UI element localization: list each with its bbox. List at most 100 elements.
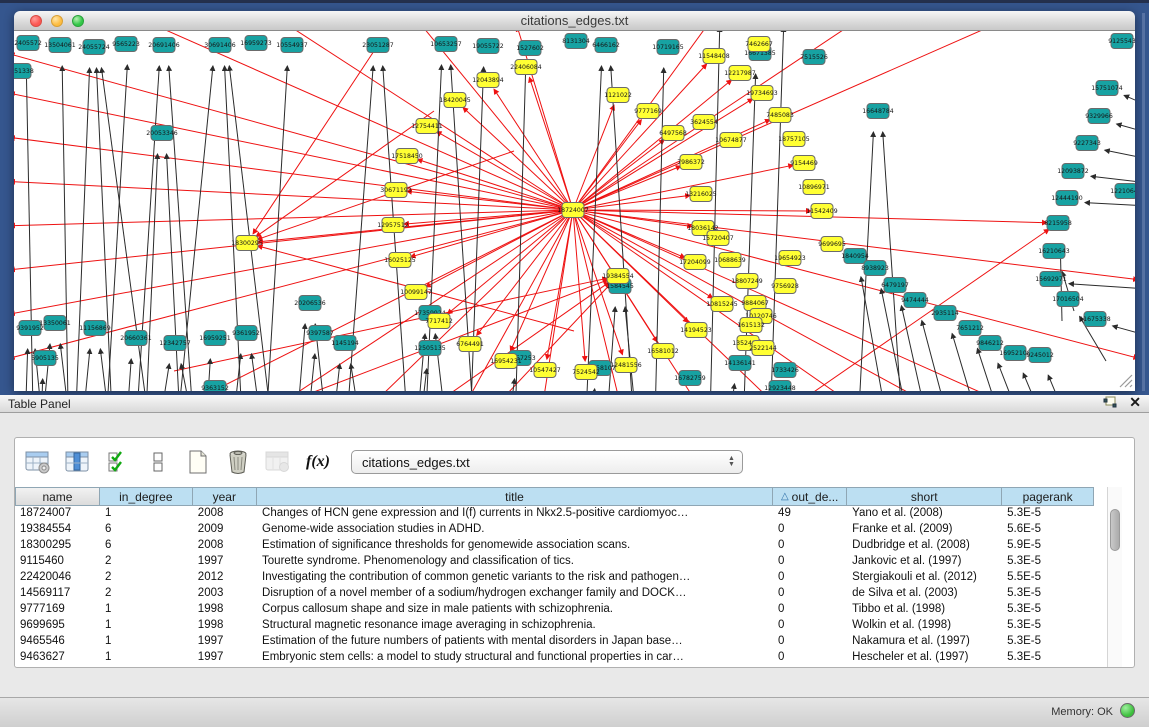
graph-node[interactable]: 14194523 [680,323,712,338]
graph-node[interactable]: 17518450 [391,149,423,164]
table-cell[interactable]: 18300295 [15,538,100,554]
citation-edge-black[interactable] [304,354,315,391]
table-cell[interactable]: de Silva et al. (2003) [847,586,1002,602]
citation-edge-red[interactable] [14,210,573,314]
column-header-pagerank[interactable]: pagerank [1002,487,1094,506]
table-cell[interactable]: 1 [100,618,193,634]
table-cell[interactable]: 9465546 [15,634,100,650]
table-cell[interactable]: 0 [773,602,847,618]
table-cell[interactable]: Disruption of a novel member of a sodium… [257,586,773,602]
table-selector[interactable]: citations_edges.txt ▲▼ [351,450,743,474]
graph-node[interactable]: 7462667 [745,37,773,52]
table-cell[interactable]: 0 [773,538,847,554]
graph-node[interactable]: 12505135 [414,341,446,356]
table-row[interactable]: 2242004622012Investigating the contribut… [15,570,1094,586]
citation-edge-black[interactable] [294,324,305,391]
table-cell[interactable]: Genome-wide association studies in ADHD. [257,522,773,538]
citation-edge-black[interactable] [1091,176,1135,183]
graph-node[interactable]: 30671193 [380,183,412,198]
table-cell[interactable]: Estimation of significance thresholds fo… [257,538,773,554]
graph-node[interactable]: 16954231 [490,354,522,369]
table-row[interactable]: 1456911722003Disruption of a novel membe… [15,586,1094,602]
graph-node[interactable]: 7717412 [425,314,453,329]
table-cell[interactable]: 1997 [193,650,257,666]
column-header-out_de[interactable]: △out_de... [773,487,847,506]
citation-edge-black[interactable] [79,349,90,391]
graph-node[interactable]: 11675338 [1079,312,1111,327]
function-builder-icon[interactable]: f(x) [303,447,333,477]
graph-node[interactable]: 9329966 [1085,109,1113,124]
graph-node[interactable]: 12923448 [764,381,796,392]
citation-edge-black[interactable] [351,364,366,391]
citation-edge-red[interactable] [447,210,573,314]
graph-node[interactable]: 17016504 [1052,292,1084,307]
graph-node[interactable]: 13216025 [685,187,717,202]
citation-edge-red[interactable] [417,159,573,210]
graph-node[interactable]: 19055722 [472,39,504,54]
table-cell[interactable]: Nakamura et al. (1997) [847,634,1002,650]
table-cell[interactable]: 2009 [193,522,257,538]
table-options-icon[interactable] [23,447,53,477]
graph-node[interactable]: 9565223 [112,37,140,52]
graph-node[interactable]: 9227343 [1073,136,1101,151]
citation-edge-black[interactable] [24,349,28,391]
column-header-short[interactable]: short [847,487,1002,506]
graph-node[interactable]: 20660361 [120,331,152,346]
citation-edge-black[interactable] [1117,124,1135,133]
table-cell[interactable]: Corpus callosum shape and size in male p… [257,602,773,618]
graph-node[interactable]: 23051287 [362,38,394,53]
graph-node[interactable]: 7485083 [766,108,794,123]
citation-edge-black[interactable] [154,364,169,391]
graph-node[interactable]: 12093872 [1057,164,1089,179]
citation-edge-black[interactable] [1113,326,1135,336]
citation-edge-black[interactable] [861,277,894,391]
scrollbar-thumb[interactable] [1110,509,1120,551]
table-cell[interactable]: 0 [773,650,847,666]
graph-node[interactable]: 15720407 [702,231,734,246]
table-cell[interactable]: 1998 [193,618,257,634]
graph-node[interactable]: 19654923 [774,251,806,266]
graph-node[interactable]: 8938923 [861,261,889,276]
graph-node[interactable]: 10674877 [715,133,747,148]
graph-node[interactable]: 12481556 [610,358,642,373]
table-cell[interactable]: Tibbo et al. (1998) [847,602,1002,618]
graph-node[interactable]: 17204099 [679,255,711,270]
graph-node[interactable]: 9846212 [976,336,1004,351]
graph-node[interactable]: 7986372 [677,155,705,170]
graph-node[interactable]: 10099147 [400,285,432,300]
table-cell[interactable]: 1 [100,634,193,650]
graph-node[interactable]: 16648784 [862,104,894,119]
graph-node[interactable]: 2522144 [749,341,777,356]
table-cell[interactable]: 22420046 [15,570,100,586]
table-cell[interactable]: 1998 [193,602,257,618]
citation-edge-black[interactable] [998,363,1036,391]
table-cell[interactable]: Wolkin et al. (1998) [847,618,1002,634]
graph-node[interactable]: 20691406 [148,38,180,53]
citation-edge-black[interactable] [504,379,515,391]
table-cell[interactable]: 2 [100,586,193,602]
graph-node[interactable]: 16782759 [674,371,706,386]
float-window-icon[interactable] [1103,396,1117,412]
table-cell[interactable]: 0 [773,522,847,538]
network-canvas[interactable]: 2405572135040612405572495652232069140630… [14,31,1135,391]
citation-edge-red[interactable] [144,31,573,210]
table-cell[interactable]: 1997 [193,554,257,570]
delete-table-icon[interactable] [223,447,253,477]
graph-node[interactable]: 16025125 [384,253,416,268]
graph-node[interactable]: 12210643 [1110,184,1135,199]
citation-edge-red[interactable] [14,93,573,210]
graph-node[interactable]: 20053346 [146,126,178,141]
table-row[interactable]: 946362711997Embryonic stem cells: a mode… [15,650,1094,666]
table-cell[interactable]: 5.3E-5 [1002,618,1094,634]
table-cell[interactable]: 1 [100,602,193,618]
citation-edge-red[interactable] [477,210,573,335]
graph-node[interactable]: 1145194 [331,336,359,351]
vertical-scrollbar[interactable] [1107,487,1122,667]
citation-edge-black[interactable] [40,379,43,391]
graph-node[interactable]: 10688639 [714,253,746,268]
citation-edge-red[interactable] [14,137,573,210]
table-cell[interactable]: 0 [773,586,847,602]
graph-node[interactable]: 15692971 [1035,272,1067,287]
graph-node[interactable]: 9756928 [771,279,799,294]
graph-node[interactable]: 20206536 [294,296,326,311]
